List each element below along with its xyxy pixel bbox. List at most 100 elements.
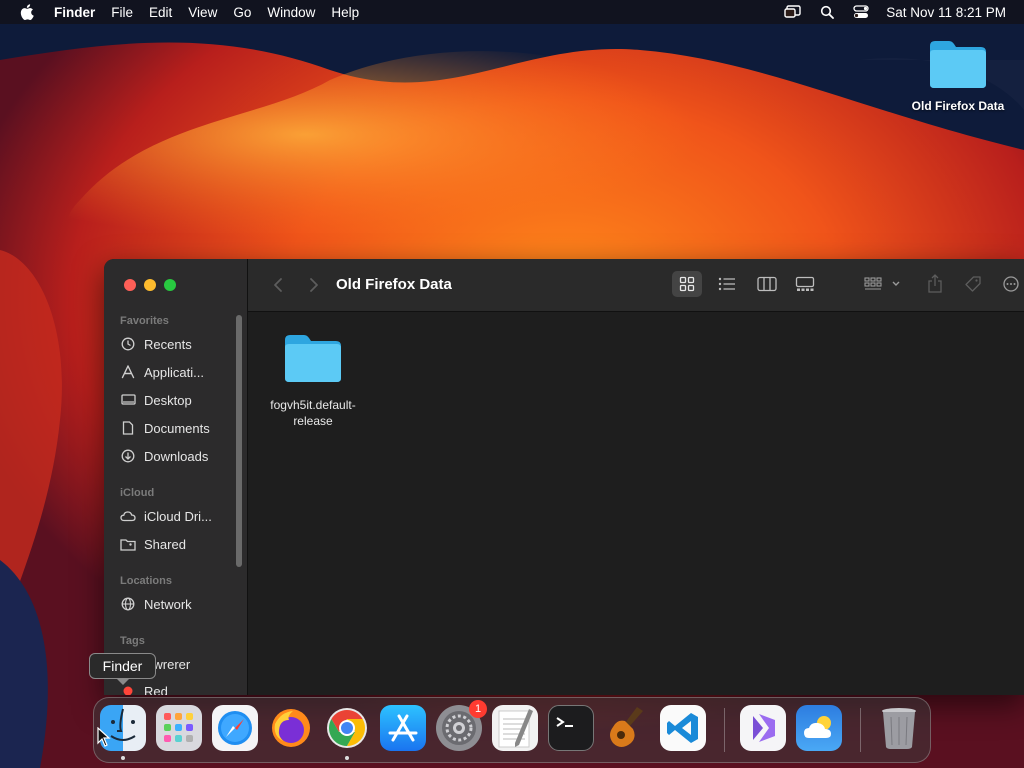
share-button[interactable] bbox=[922, 271, 948, 297]
mouse-cursor-icon bbox=[97, 727, 111, 747]
shared-folder-icon bbox=[120, 536, 136, 552]
list-view-button[interactable] bbox=[712, 271, 742, 297]
sidebar-item-documents[interactable]: Documents bbox=[120, 417, 210, 439]
sidebar-item-label: iCloud Dri... bbox=[144, 508, 212, 524]
folder-icon bbox=[285, 335, 341, 382]
columns-icon bbox=[757, 276, 777, 292]
dock-app-garageband[interactable] bbox=[604, 705, 650, 751]
control-center-icon[interactable] bbox=[852, 3, 870, 21]
sidebar-section-favorites: Favorites bbox=[120, 315, 169, 327]
sidebar-item-icloud-drive[interactable]: iCloud Dri... bbox=[120, 505, 212, 527]
launchpad-icon bbox=[164, 713, 193, 742]
menu-window[interactable]: Window bbox=[267, 5, 326, 20]
menu-go[interactable]: Go bbox=[233, 5, 262, 20]
app-store-icon bbox=[388, 714, 418, 742]
dock-app-app-store[interactable] bbox=[380, 705, 426, 751]
folder-item[interactable]: fogvh5it.default-release bbox=[262, 332, 364, 429]
menu-bar-clock[interactable]: Sat Nov 11 8:21 PM bbox=[886, 5, 1006, 20]
terminal-icon bbox=[556, 717, 573, 727]
dock-tooltip: Finder bbox=[89, 653, 156, 685]
notification-badge: 1 bbox=[469, 700, 487, 718]
menu-view[interactable]: View bbox=[188, 5, 228, 20]
gallery-view-button[interactable] bbox=[790, 271, 820, 297]
dock-separator bbox=[860, 708, 861, 752]
dock-app-trash[interactable] bbox=[876, 705, 922, 751]
sidebar-item-applications[interactable]: Applicati... bbox=[120, 361, 204, 383]
running-indicator bbox=[121, 756, 125, 760]
menu-edit[interactable]: Edit bbox=[149, 5, 183, 20]
sidebar-section-tags: Tags bbox=[120, 635, 145, 647]
globe-icon bbox=[120, 596, 136, 612]
running-indicator bbox=[345, 756, 349, 760]
download-icon bbox=[120, 448, 136, 464]
sidebar-item-label: Shared bbox=[144, 536, 186, 552]
column-view-button[interactable] bbox=[752, 271, 782, 297]
sidebar-item-label: Desktop bbox=[144, 392, 192, 408]
sidebar-item-label: Downloads bbox=[144, 448, 209, 464]
vscode-icon bbox=[667, 713, 698, 743]
sidebar-item-network[interactable]: Network bbox=[120, 593, 192, 615]
desktop-folder-label: Old Firefox Data bbox=[911, 99, 1005, 113]
sidebar-item-downloads[interactable]: Downloads bbox=[120, 445, 208, 467]
dock-app-launchpad[interactable] bbox=[156, 705, 202, 751]
group-by-button[interactable] bbox=[862, 271, 904, 297]
minimize-window-button[interactable] bbox=[144, 279, 156, 291]
sidebar-item-recents[interactable]: Recents bbox=[120, 333, 192, 355]
close-window-button[interactable] bbox=[124, 279, 136, 291]
maximize-window-button[interactable] bbox=[164, 279, 176, 291]
screen-mirroring-icon[interactable] bbox=[784, 3, 802, 21]
dock-app-terminal[interactable] bbox=[548, 705, 594, 751]
document-icon bbox=[120, 420, 136, 436]
finder-toolbar: Old Firefox Data bbox=[248, 259, 1024, 312]
apple-menu-icon[interactable] bbox=[18, 3, 36, 21]
desktop-folder-old-firefox-data[interactable]: Old Firefox Data bbox=[905, 38, 1011, 113]
forward-button[interactable] bbox=[304, 275, 324, 295]
menu-help[interactable]: Help bbox=[331, 5, 370, 20]
dock: 1 bbox=[93, 697, 931, 763]
dock-app-weather[interactable] bbox=[796, 705, 842, 751]
weather-icon bbox=[804, 716, 831, 738]
guitar-icon bbox=[610, 707, 643, 747]
visual-studio-icon bbox=[753, 714, 775, 742]
dock-separator bbox=[724, 708, 725, 752]
menu-file[interactable]: File bbox=[111, 5, 144, 20]
textedit-icon bbox=[498, 709, 533, 748]
dock-app-safari[interactable] bbox=[212, 705, 258, 751]
finder-window: Favorites Recents Applicati... Desktop D… bbox=[104, 259, 1024, 695]
sidebar-item-shared[interactable]: Shared bbox=[120, 533, 186, 555]
ellipsis-circle-icon bbox=[1003, 276, 1019, 292]
dock-app-textedit[interactable] bbox=[492, 705, 538, 751]
spotlight-search-icon[interactable] bbox=[818, 3, 836, 21]
dock-app-system-settings[interactable]: 1 bbox=[436, 700, 487, 751]
sidebar-item-label: Network bbox=[144, 596, 192, 612]
sidebar-section-locations: Locations bbox=[120, 575, 172, 587]
sidebar-item-label: Recents bbox=[144, 336, 192, 352]
chevron-left-icon bbox=[274, 278, 282, 292]
desktop-icon bbox=[120, 392, 136, 408]
folder-item-label: fogvh5it.default-release bbox=[270, 398, 356, 428]
finder-content-area[interactable]: fogvh5it.default-release bbox=[248, 312, 1024, 695]
sidebar-item-label: Red bbox=[144, 683, 168, 696]
safari-icon bbox=[218, 711, 252, 745]
sidebar-item-label: Documents bbox=[144, 420, 210, 436]
menu-finder[interactable]: Finder bbox=[54, 5, 106, 20]
dock-app-chrome[interactable] bbox=[324, 705, 370, 751]
icon-view-button[interactable] bbox=[672, 271, 702, 297]
dock-app-vscode[interactable] bbox=[660, 705, 706, 751]
tag-button[interactable] bbox=[960, 271, 986, 297]
chevron-right-icon bbox=[310, 278, 318, 292]
sidebar-item-label: Applicati... bbox=[144, 364, 204, 380]
applications-icon bbox=[120, 364, 136, 380]
window-title: Old Firefox Data bbox=[336, 276, 452, 293]
folder-icon bbox=[930, 41, 986, 88]
grid-icon bbox=[679, 276, 695, 292]
trash-icon bbox=[882, 708, 916, 749]
dock-app-visual-studio[interactable] bbox=[740, 705, 786, 751]
sidebar-item-desktop[interactable]: Desktop bbox=[120, 389, 192, 411]
more-actions-button[interactable] bbox=[1000, 271, 1024, 297]
sidebar-scrollbar[interactable] bbox=[236, 315, 242, 567]
firefox-icon bbox=[272, 709, 310, 747]
back-button[interactable] bbox=[268, 275, 288, 295]
dock-app-firefox[interactable] bbox=[268, 705, 314, 751]
tag-icon bbox=[965, 276, 981, 292]
